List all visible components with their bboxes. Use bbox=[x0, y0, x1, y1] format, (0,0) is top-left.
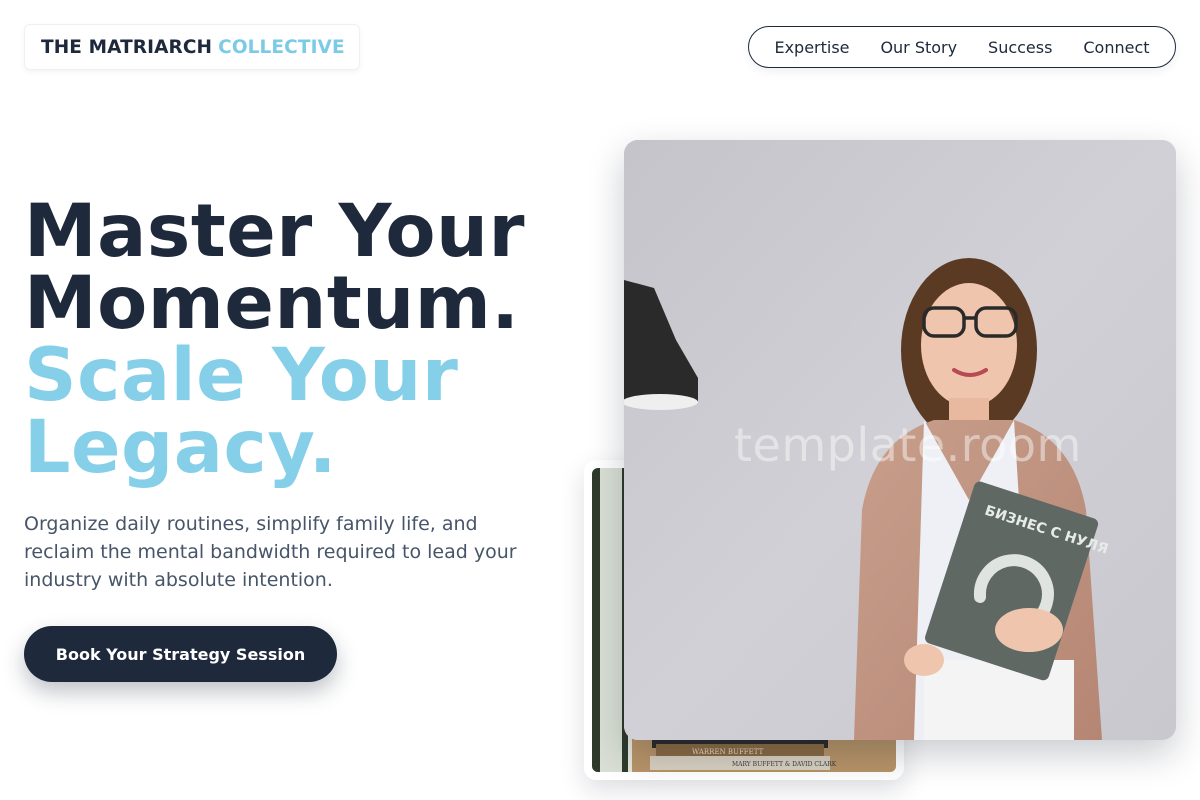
book-spine-1-label: WARREN BUFFETT bbox=[692, 748, 764, 756]
book-spine-2-label: MARY BUFFETT & DAVID CLARK bbox=[732, 761, 837, 768]
nav-item-success[interactable]: Success bbox=[988, 38, 1052, 57]
book-strategy-session-button[interactable]: Book Your Strategy Session bbox=[24, 626, 337, 682]
nav-item-expertise[interactable]: Expertise bbox=[774, 38, 849, 57]
photo-watermark: template.room bbox=[734, 418, 1082, 472]
hero-subtext: Organize daily routines, simplify family… bbox=[24, 513, 517, 591]
headline-line-1: Master Your bbox=[24, 189, 525, 274]
headline-line-4: Legacy. bbox=[24, 405, 337, 490]
hero-headline: Master Your Momentum. Scale Your Legacy. bbox=[24, 189, 584, 490]
hero-portrait-photo: БИЗНЕС С НУЛЯ template.room bbox=[624, 140, 1176, 740]
nav-item-our-story[interactable]: Our Story bbox=[880, 38, 957, 57]
brand-name-primary: THE MATRIARCH bbox=[41, 36, 213, 58]
headline-line-3: Scale Your bbox=[24, 333, 459, 418]
nav-item-connect[interactable]: Connect bbox=[1083, 38, 1149, 57]
brand-logo[interactable]: THE MATRIARCH COLLECTIVE bbox=[24, 24, 360, 70]
main-nav: Expertise Our Story Success Connect bbox=[748, 26, 1176, 68]
headline-line-2: Momentum. bbox=[24, 261, 520, 346]
brand-name-accent: COLLECTIVE bbox=[218, 36, 345, 58]
